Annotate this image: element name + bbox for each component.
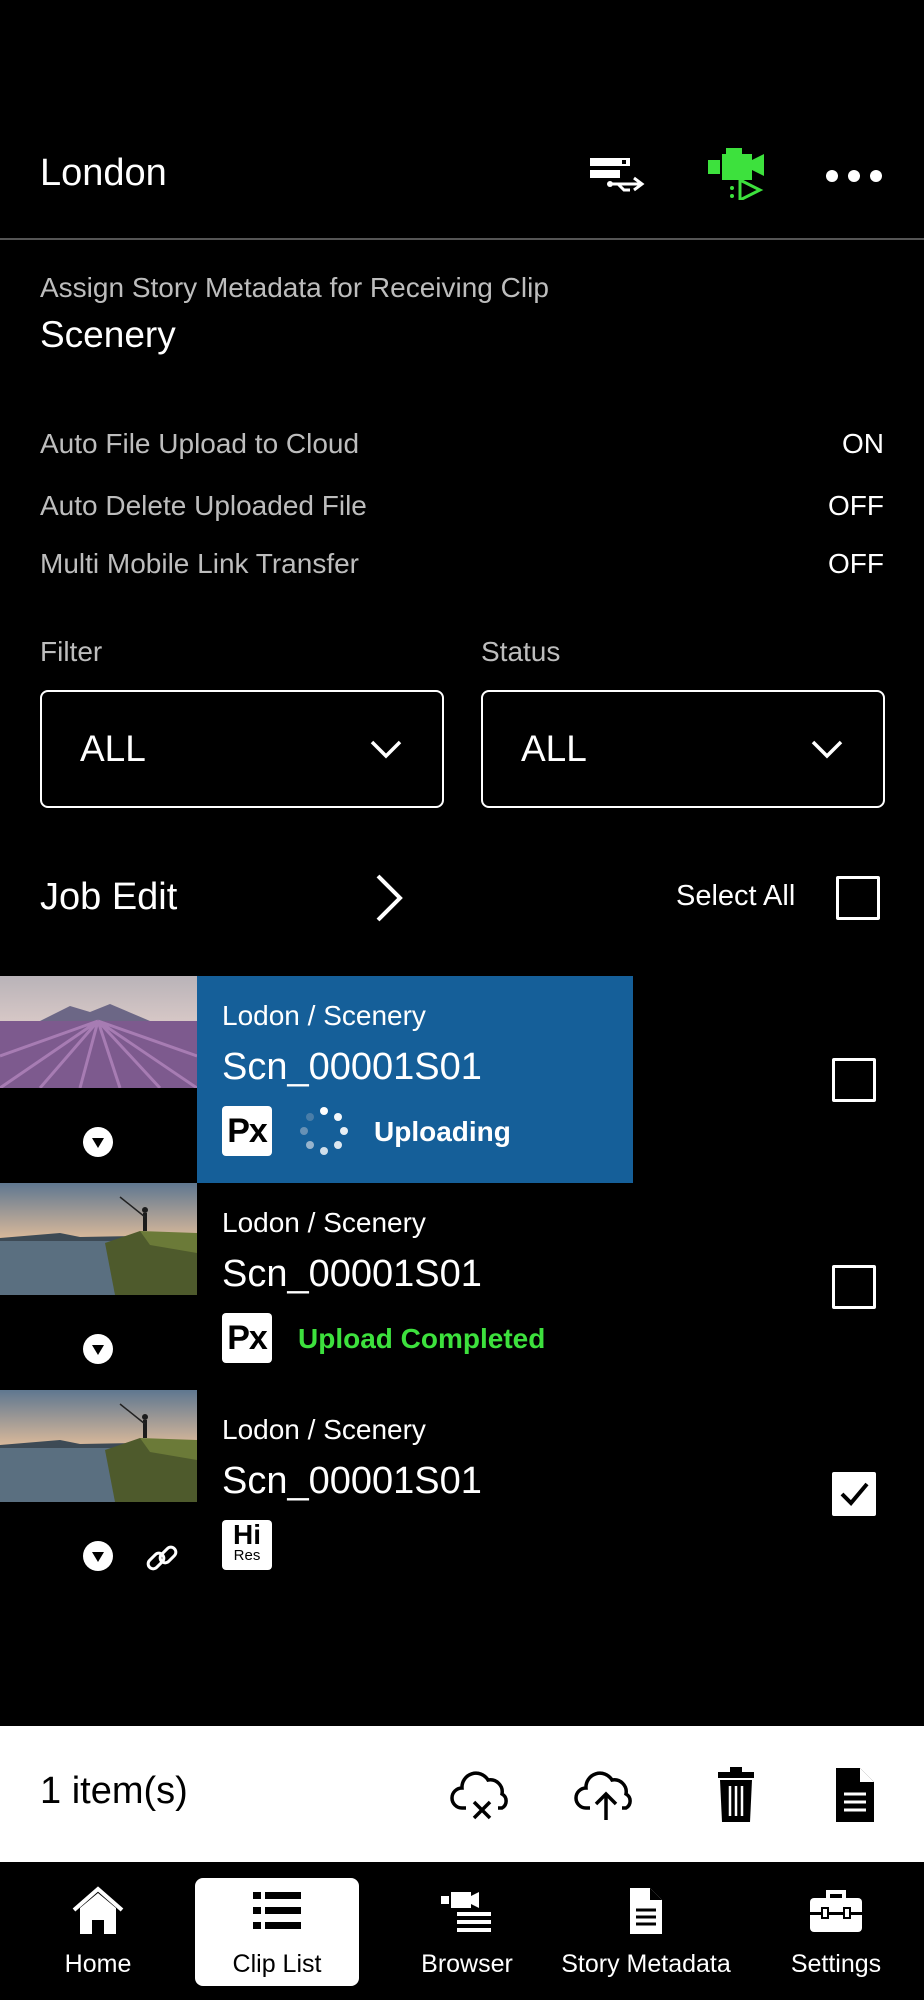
proxy-badge: Px xyxy=(222,1313,272,1363)
camera-stream-icon[interactable] xyxy=(706,144,766,200)
hi-res-badge: Hi Res xyxy=(222,1520,272,1570)
clip-info[interactable]: Lodon / Scenery Scn_00001S01 Hi Res xyxy=(197,1390,633,1597)
document-icon[interactable] xyxy=(822,1764,886,1824)
loading-spinner-icon xyxy=(300,1107,348,1155)
clip-name: Scn_00001S01 xyxy=(222,1046,482,1088)
setting-label: Auto File Upload to Cloud xyxy=(40,428,360,459)
clip-row[interactable]: Lodon / Scenery Scn_00001S01 Px Uploadin… xyxy=(0,976,924,1183)
clip-row[interactable]: Lodon / Scenery Scn_00001S01 Px Upload C… xyxy=(0,1183,924,1390)
clip-thumbnail[interactable] xyxy=(0,1183,197,1295)
selected-count: 1 item(s) xyxy=(40,1770,188,1812)
clip-info[interactable]: Lodon / Scenery Scn_00001S01 Px Uploadin… xyxy=(197,976,633,1183)
tab-browser[interactable]: Browser xyxy=(394,1878,540,1986)
setting-multi-mobile-link: Multi Mobile Link Transfer OFF xyxy=(40,548,884,588)
page-title: London xyxy=(40,152,167,194)
chevron-right-icon[interactable] xyxy=(372,872,408,924)
tab-home[interactable]: Home xyxy=(28,1878,168,1986)
link-icon xyxy=(146,1545,178,1571)
expand-down-icon[interactable] xyxy=(82,1540,114,1572)
clip-path: Lodon / Scenery xyxy=(222,1207,426,1238)
clip-checkbox[interactable] xyxy=(832,1265,876,1309)
clip-path: Lodon / Scenery xyxy=(222,1414,426,1445)
assign-metadata-label: Assign Story Metadata for Receiving Clip xyxy=(40,272,549,303)
setting-label: Auto Delete Uploaded File xyxy=(40,490,367,521)
header-divider xyxy=(0,238,924,240)
selection-action-bar: 1 item(s) xyxy=(0,1726,924,1862)
clip-thumbnail[interactable] xyxy=(0,1390,197,1502)
status-dropdown[interactable]: ALL xyxy=(481,690,885,808)
clip-name: Scn_00001S01 xyxy=(222,1460,482,1502)
setting-value: OFF xyxy=(828,490,884,521)
setting-value: OFF xyxy=(828,548,884,579)
setting-auto-upload: Auto File Upload to Cloud ON xyxy=(40,428,884,468)
tab-label: Clip List xyxy=(232,1950,322,1978)
proxy-badge: Px xyxy=(222,1106,272,1156)
clip-checkbox[interactable] xyxy=(832,1058,876,1102)
setting-auto-delete: Auto Delete Uploaded File OFF xyxy=(40,490,884,530)
clip-checkbox-checked[interactable] xyxy=(832,1472,876,1516)
toolbox-icon xyxy=(810,1890,862,1932)
cloud-cancel-icon[interactable] xyxy=(450,1764,514,1824)
bottom-tab-bar: Home Clip List Browser Story Metadata Se… xyxy=(0,1862,924,2000)
trash-icon[interactable] xyxy=(704,1764,768,1824)
expand-down-icon[interactable] xyxy=(82,1126,114,1158)
setting-label: Multi Mobile Link Transfer xyxy=(40,548,360,579)
tab-clip-list[interactable]: Clip List xyxy=(195,1878,359,1986)
checkmark-icon xyxy=(840,1482,869,1506)
tab-label: Browser xyxy=(421,1950,513,1978)
clip-path: Lodon / Scenery xyxy=(222,1000,426,1031)
job-edit-label[interactable]: Job Edit xyxy=(40,876,177,919)
status-value: ALL xyxy=(521,728,587,769)
chevron-down-icon xyxy=(370,740,402,759)
tab-label: Settings xyxy=(790,1950,882,1978)
clip-thumbnail[interactable] xyxy=(0,976,197,1088)
filter-label: Filter xyxy=(40,636,103,667)
tab-settings[interactable]: Settings xyxy=(766,1878,906,1986)
browser-icon xyxy=(441,1892,491,1932)
chevron-down-icon xyxy=(811,740,843,759)
clip-row[interactable]: Lodon / Scenery Scn_00001S01 Hi Res xyxy=(0,1390,924,1597)
expand-down-icon[interactable] xyxy=(82,1333,114,1365)
usb-transfer-icon[interactable] xyxy=(586,144,646,200)
document-icon xyxy=(630,1888,662,1934)
filter-dropdown[interactable]: ALL xyxy=(40,690,444,808)
home-icon xyxy=(72,1886,124,1934)
tab-label: Home xyxy=(64,1950,132,1978)
tab-label: Story Metadata xyxy=(561,1950,731,1978)
badge-main: Hi xyxy=(233,1519,261,1550)
clip-info[interactable]: Lodon / Scenery Scn_00001S01 Px Upload C… xyxy=(197,1183,633,1390)
clip-name: Scn_00001S01 xyxy=(222,1253,482,1295)
status-label: Status xyxy=(481,636,561,667)
more-options-icon[interactable] xyxy=(824,144,884,200)
cloud-upload-icon[interactable] xyxy=(574,1764,638,1824)
clip-status: Upload Completed xyxy=(298,1323,546,1354)
list-icon xyxy=(253,1892,301,1929)
clip-status: Uploading xyxy=(374,1116,511,1147)
select-all-checkbox[interactable] xyxy=(836,876,880,920)
setting-value: ON xyxy=(842,428,884,459)
tab-story-metadata[interactable]: Story Metadata xyxy=(556,1878,736,1986)
select-all-label: Select All xyxy=(676,880,796,912)
assign-metadata-value[interactable]: Scenery xyxy=(40,314,176,356)
filter-value: ALL xyxy=(80,728,146,769)
app-header: London xyxy=(0,140,924,240)
badge-sub: Res xyxy=(233,1547,261,1564)
